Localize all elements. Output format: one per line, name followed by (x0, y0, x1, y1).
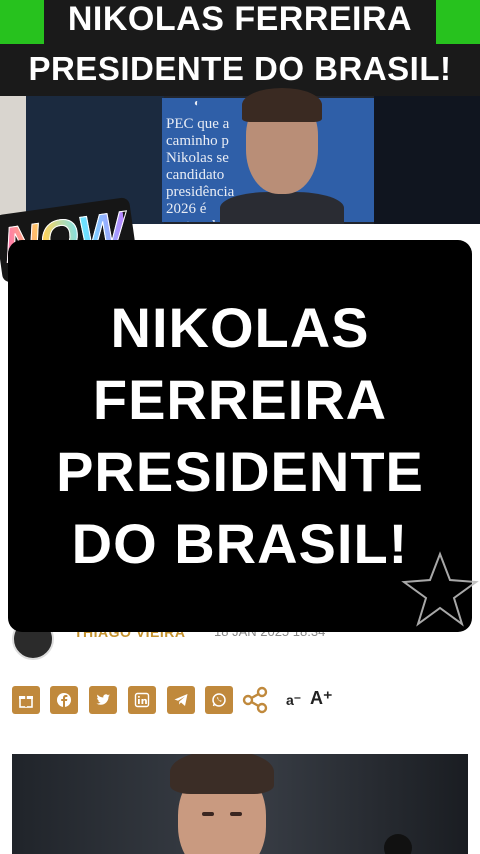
caption-line-3: PRESIDENTE (56, 440, 424, 503)
twitter-share-button[interactable] (89, 686, 117, 714)
speaker-figure (220, 88, 344, 232)
gift-button[interactable] (12, 686, 40, 714)
video-right-panel (374, 96, 480, 224)
speaker-hair (242, 88, 322, 122)
linkedin-share-button[interactable] (128, 686, 156, 714)
article-photo[interactable] (12, 754, 468, 854)
share-icon[interactable] (242, 686, 270, 714)
banner-title-line-1: NIKOLAS FERREIRA (67, 0, 413, 38)
twitter-icon (96, 694, 110, 705)
telegram-share-button[interactable] (167, 686, 195, 714)
caption-line-2: FERREIRA (92, 368, 388, 431)
photo-person-eyes (202, 812, 242, 816)
share-toolbar: a⁻ A⁺ (12, 686, 472, 718)
caption-line-1: NIKOLAS (110, 296, 370, 359)
star-decoration-icon (401, 551, 479, 627)
linkedin-icon (134, 692, 150, 708)
video-left-panel (0, 96, 26, 224)
banner-title-line-2: PRESIDENTE DO BRASIL! (28, 50, 452, 87)
facebook-share-button[interactable] (50, 686, 78, 714)
telegram-icon (174, 694, 188, 706)
whatsapp-icon (212, 693, 226, 707)
facebook-icon (57, 693, 71, 707)
increase-font-button[interactable]: A⁺ (310, 688, 333, 709)
slide-logo-icon: ◐ (194, 98, 201, 109)
top-banner: NIKOLAS FERREIRA PRESIDENTE DO BRASIL! (0, 0, 480, 96)
caption-text: NIKOLAS FERREIRA PRESIDENTE DO BRASIL! (8, 292, 472, 580)
gift-icon (19, 696, 33, 708)
microphone-icon (384, 834, 412, 854)
whatsapp-share-button[interactable] (205, 686, 233, 714)
decrease-font-button[interactable]: a⁻ (286, 692, 301, 709)
photo-person-hair (170, 754, 274, 794)
